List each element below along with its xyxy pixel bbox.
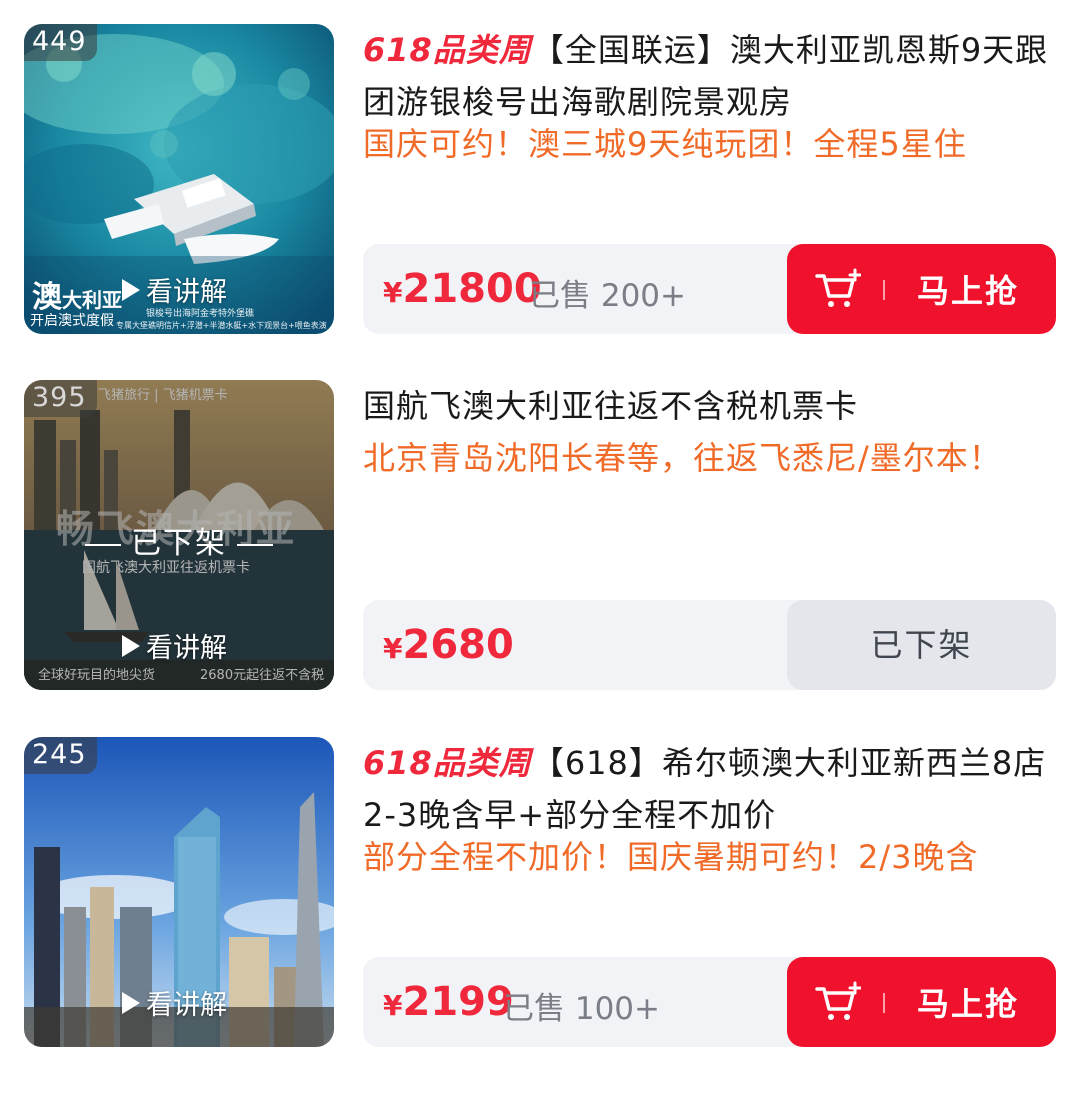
product-subtitle: 部分全程不加价！国庆暑期可约！2/3晚含 xyxy=(363,838,979,876)
price-bar: ¥2680 已下架 xyxy=(363,600,1056,690)
cart-icon xyxy=(815,268,861,307)
product-title[interactable]: 618品类周【618】希尔顿澳大利亚新西兰8店2-3晚含早+部分全程不加价 xyxy=(363,737,1063,841)
product-image[interactable]: 245 看讲解 xyxy=(24,737,334,1047)
promo-tag: 618品类周 xyxy=(363,31,532,69)
product-subtitle: 北京青岛沈阳长春等，往返飞悉尼/墨尔本！ xyxy=(363,439,1002,477)
rank-badge: 395 xyxy=(24,380,97,417)
play-icon xyxy=(122,278,140,301)
button-divider xyxy=(883,280,885,300)
sold-count: 已售 200+ xyxy=(529,278,686,314)
price-bar: ¥21800 已售 200+ 马上抢 xyxy=(363,244,1056,334)
play-icon xyxy=(122,991,140,1014)
offline-label: 已下架 xyxy=(24,518,334,562)
product-image[interactable]: 449 澳大利亚 开启澳式度假 银梭号出海阿金考特外堡礁 专属大堡礁明信片+浮潜… xyxy=(24,24,334,334)
product-card[interactable]: 245 看讲解 618品类周【618】希尔顿澳大利亚新西兰8店2-3晚含早+部分… xyxy=(0,737,1080,1049)
sold-count: 已售 100+ xyxy=(503,991,660,1027)
buy-now-button[interactable]: 马上抢 xyxy=(787,957,1056,1047)
rank-badge: 245 xyxy=(24,737,97,774)
price: ¥21800 xyxy=(383,266,542,312)
rank-badge: 449 xyxy=(24,24,97,61)
product-title[interactable]: 国航飞澳大利亚往返不含税机票卡 xyxy=(363,380,1063,432)
product-card[interactable]: 449 澳大利亚 开启澳式度假 银梭号出海阿金考特外堡礁 专属大堡礁明信片+浮潜… xyxy=(0,24,1080,336)
delisted-button[interactable]: 已下架 xyxy=(787,600,1056,690)
price: ¥2199 xyxy=(383,979,514,1025)
product-list: 449 澳大利亚 开启澳式度假 银梭号出海阿金考特外堡礁 专属大堡礁明信片+浮潜… xyxy=(0,0,1080,1110)
image-slogan-text: 开启澳式度假 xyxy=(30,313,114,329)
image-caption-2: 专属大堡礁明信片+浮潜+半潜水艇+水下观景台+喂鱼表演 xyxy=(116,321,327,330)
product-subtitle: 国庆可约！澳三城9天纯玩团！全程5星住 xyxy=(363,125,967,163)
price-bar: ¥2199 已售 100+ 马上抢 xyxy=(363,957,1056,1047)
product-image[interactable]: 飞猪旅行 | 飞猪机票卡 畅飞澳大利亚 国航飞澳大利亚往返机票卡 全球好玩目的地… xyxy=(24,380,334,690)
price: ¥2680 xyxy=(383,622,514,668)
cart-icon xyxy=(815,981,861,1020)
product-title[interactable]: 618品类周【全国联运】澳大利亚凯恩斯9天跟团游银梭号出海歌剧院景观房 xyxy=(363,24,1063,128)
explain-button[interactable]: 看讲解 xyxy=(122,983,227,1022)
explain-button[interactable]: 看讲解 xyxy=(122,270,227,309)
explain-button[interactable]: 看讲解 xyxy=(122,626,227,665)
promo-tag: 618品类周 xyxy=(363,744,532,782)
button-divider xyxy=(883,993,885,1013)
buy-now-button[interactable]: 马上抢 xyxy=(787,244,1056,334)
product-card[interactable]: 飞猪旅行 | 飞猪机票卡 畅飞澳大利亚 国航飞澳大利亚往返机票卡 全球好玩目的地… xyxy=(0,380,1080,692)
play-icon xyxy=(122,634,140,657)
